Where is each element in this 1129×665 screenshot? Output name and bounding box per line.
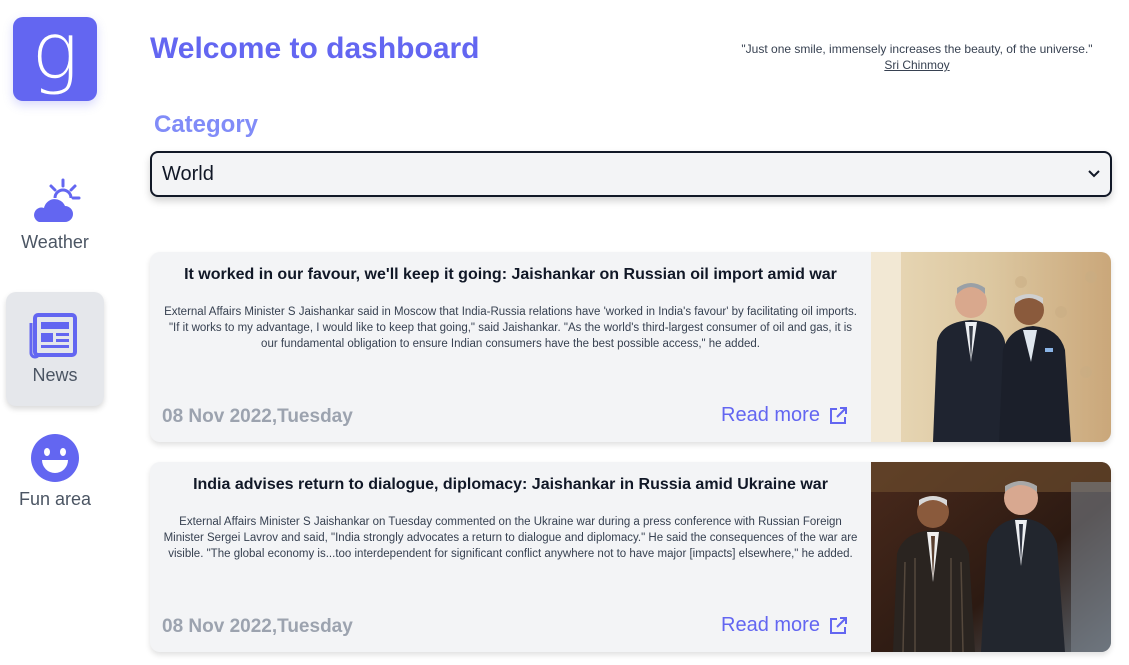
page-title: Welcome to dashboard bbox=[150, 32, 480, 65]
category-label: Category bbox=[154, 111, 259, 138]
dashboard-app: g Weather News Fun area Welcome to dashb… bbox=[0, 0, 1129, 665]
news-card-description: External Affairs Minister S Jaishankar o… bbox=[163, 516, 858, 560]
news-card-title: It worked in our favour, we'll keep it g… bbox=[184, 266, 837, 283]
quote-text: "Just one smile, immensely increases the… bbox=[741, 42, 1093, 56]
quote-author-link[interactable]: Sri Chinmoy bbox=[884, 57, 949, 73]
news-card: It worked in our favour, we'll keep it g… bbox=[150, 252, 1111, 442]
sidebar-item-label: Weather bbox=[21, 232, 89, 252]
read-more-label: Read more bbox=[721, 404, 820, 426]
external-link-icon bbox=[829, 406, 847, 424]
read-more-link[interactable]: Read more bbox=[721, 404, 848, 427]
news-card-body: India advises return to dialogue, diplom… bbox=[150, 462, 871, 652]
sidebar-item-label: News bbox=[32, 364, 78, 385]
news-card: India advises return to dialogue, diplom… bbox=[150, 462, 1111, 652]
weather-cloud-sun-icon bbox=[34, 178, 81, 222]
external-link-icon bbox=[829, 616, 847, 634]
quote-block: "Just one smile, immensely increases the… bbox=[730, 41, 1104, 73]
news-card-date: 08 Nov 2022,Tuesday bbox=[162, 406, 353, 427]
category-selected-value: World bbox=[162, 162, 214, 185]
news-card-description: External Affairs Minister S Jaishankar s… bbox=[164, 306, 857, 350]
news-card-image bbox=[871, 252, 1111, 442]
news-card-image bbox=[871, 462, 1111, 652]
logo-letter: g bbox=[31, 7, 79, 97]
sidebar-item-label: Fun area bbox=[18, 489, 92, 509]
read-more-label: Read more bbox=[721, 614, 820, 636]
smile-face-icon bbox=[31, 434, 79, 482]
news-card-body: It worked in our favour, we'll keep it g… bbox=[150, 252, 871, 442]
news-card-title: India advises return to dialogue, diplom… bbox=[193, 476, 828, 493]
news-card-date: 08 Nov 2022,Tuesday bbox=[162, 616, 353, 637]
app-logo[interactable]: g bbox=[13, 13, 97, 101]
sidebar-item-weather[interactable]: Weather bbox=[6, 178, 104, 268]
newspaper-icon bbox=[29, 312, 77, 358]
category-select[interactable]: World bbox=[150, 151, 1112, 197]
sidebar-item-fun-area[interactable]: Fun area bbox=[6, 433, 104, 523]
chevron-down-icon bbox=[1088, 170, 1100, 178]
read-more-link[interactable]: Read more bbox=[721, 614, 848, 637]
sidebar-item-news[interactable]: News bbox=[6, 292, 104, 406]
